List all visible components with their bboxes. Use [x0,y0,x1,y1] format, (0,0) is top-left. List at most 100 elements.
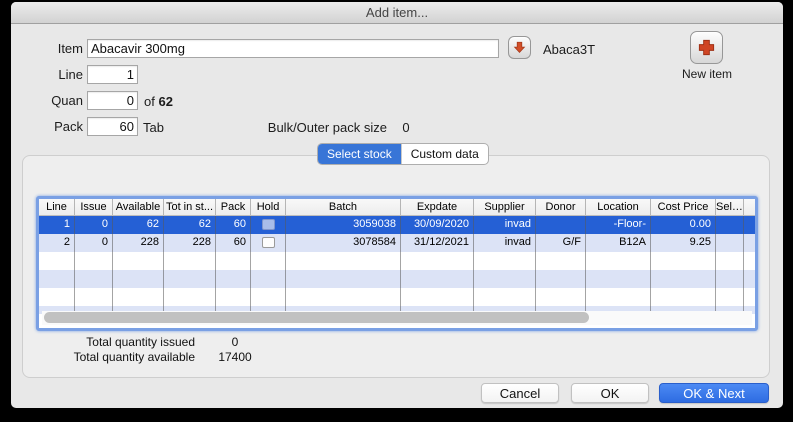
cell-cost-price[interactable]: 9.25 [651,234,716,252]
cell-donor [536,270,586,288]
hold-checkbox[interactable] [262,219,275,230]
totals-section: Total quantity issued0Total quantity ava… [31,335,275,365]
title-bar[interactable]: Add item... [11,2,783,24]
column-header-supplier[interactable]: Supplier [474,199,536,215]
cell-line[interactable]: 1 [39,216,75,234]
column-header-filler [744,199,755,215]
cell-tot-in-stock[interactable]: 62 [164,216,216,234]
cell-cost-price[interactable]: 0.00 [651,216,716,234]
column-header-batch[interactable]: Batch [286,199,401,215]
quantity-label: Quan [11,91,83,110]
item-input[interactable] [87,39,499,58]
table-header: LineIssueAvailableTot in st...PackHoldBa… [39,199,755,216]
new-item-button[interactable] [690,31,723,64]
cell-sell-price[interactable] [716,216,744,234]
cell-available [113,288,164,306]
cell-pack[interactable]: 60 [216,234,251,252]
cell-supplier [474,288,536,306]
cell-sell-price [716,288,744,306]
horizontal-scrollbar[interactable] [42,311,752,325]
cell-supplier[interactable]: invad [474,234,536,252]
column-header-location[interactable]: Location [586,199,651,215]
cell-hold[interactable] [251,234,286,252]
item-code-label: Abaca3T [543,40,595,59]
cell-available [113,252,164,270]
scrollbar-thumb[interactable] [44,312,589,323]
cell-expdate [401,252,474,270]
cell-batch [286,270,401,288]
bulk-pack-size-value: 0 [397,118,415,137]
quantity-input[interactable] [87,91,138,110]
cell-hold [251,288,286,306]
cell-filler [744,270,755,288]
cell-location[interactable]: B12A [586,234,651,252]
column-header-hold[interactable]: Hold [251,199,286,215]
cell-batch[interactable]: 3078584 [286,234,401,252]
cell-pack [216,252,251,270]
cell-cost-price [651,252,716,270]
red-plus-icon [697,38,716,57]
bulk-pack-size-label: Bulk/Outer pack size [211,118,387,137]
total-label: Total quantity available [31,350,195,365]
table-body: 10626260305903830/09/2020invad-Floor-0.0… [39,216,755,314]
column-header-line[interactable]: Line [39,199,75,215]
line-input[interactable] [87,65,138,84]
cell-filler [744,288,755,306]
cell-sell-price[interactable] [716,234,744,252]
item-lookup-button[interactable] [508,36,531,59]
button-row: Cancel OK OK & Next [11,383,783,403]
cell-tot-in-stock [164,288,216,306]
new-item-button-label: New item [671,65,743,84]
ok-button[interactable]: OK [571,383,649,403]
ok-next-button[interactable]: OK & Next [659,383,769,403]
tab-bar: Select stockCustom data [317,143,489,165]
cell-expdate[interactable]: 30/09/2020 [401,216,474,234]
cell-expdate[interactable]: 31/12/2021 [401,234,474,252]
cell-donor[interactable]: G/F [536,234,586,252]
tab-custom-data[interactable]: Custom data [402,144,488,164]
cell-donor [536,288,586,306]
cell-pack[interactable]: 60 [216,216,251,234]
cell-pack [216,288,251,306]
pack-input[interactable] [87,117,138,136]
line-label: Line [11,65,83,84]
cell-hold [251,270,286,288]
cell-issue[interactable]: 0 [75,234,113,252]
column-header-sell-price[interactable]: Sell p [716,199,744,215]
cell-tot-in-stock[interactable]: 228 [164,234,216,252]
dialog-content: Item Abaca3T New item Line Quan of 62 Pa… [11,25,783,408]
cell-hold [251,252,286,270]
cell-location[interactable]: -Floor- [586,216,651,234]
cell-supplier [474,270,536,288]
column-header-cost-price[interactable]: Cost Price [651,199,716,215]
cell-line[interactable]: 2 [39,234,75,252]
cancel-button[interactable]: Cancel [481,383,559,403]
cell-available[interactable]: 228 [113,234,164,252]
total-line-total-quantity-available: Total quantity available17400 [31,350,275,365]
cell-tot-in-stock [164,252,216,270]
cell-supplier[interactable]: invad [474,216,536,234]
cell-line [39,288,75,306]
column-header-expdate[interactable]: Expdate [401,199,474,215]
column-header-available[interactable]: Available [113,199,164,215]
column-header-issue[interactable]: Issue [75,199,113,215]
cell-donor[interactable] [536,216,586,234]
total-line-total-quantity-issued: Total quantity issued0 [31,335,275,350]
item-label: Item [11,39,83,58]
hold-checkbox[interactable] [262,237,275,248]
table-row-2[interactable]: 2022822860307858431/12/2021invadG/FB12A9… [39,234,755,252]
column-header-pack[interactable]: Pack [216,199,251,215]
cell-filler [744,234,755,252]
column-header-tot-in-stock[interactable]: Tot in st... [164,199,216,215]
table-row-1[interactable]: 10626260305903830/09/2020invad-Floor-0.0… [39,216,755,234]
total-value: 17400 [195,350,275,365]
cell-expdate [401,288,474,306]
cell-issue[interactable]: 0 [75,216,113,234]
cell-available[interactable]: 62 [113,216,164,234]
cell-pack [216,270,251,288]
stock-table[interactable]: LineIssueAvailableTot in st...PackHoldBa… [36,196,758,331]
cell-batch[interactable]: 3059038 [286,216,401,234]
tab-select-stock[interactable]: Select stock [318,144,402,164]
column-header-donor[interactable]: Donor [536,199,586,215]
cell-hold[interactable] [251,216,286,234]
